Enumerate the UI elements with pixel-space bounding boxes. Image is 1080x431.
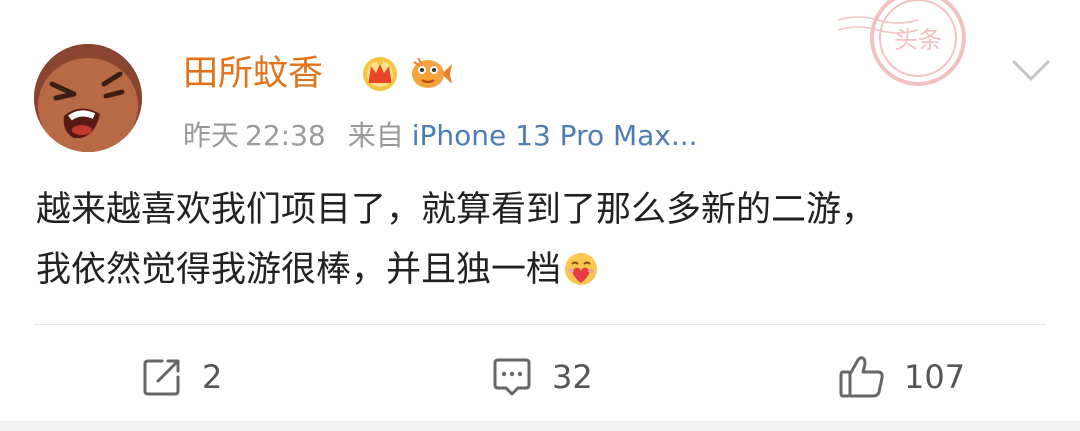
post-date: 昨天 — [183, 119, 240, 152]
chevron-down-icon[interactable] — [1008, 52, 1054, 88]
post-text: 我依然觉得我游很棒，并且独一档 — [36, 250, 562, 290]
post-content: 越来越喜欢我们项目了，就算看到了那么多新的二游， 我依然觉得我游很棒，并且独一档 — [36, 180, 1046, 300]
comment-count: 32 — [552, 358, 593, 396]
comment-button[interactable]: 32 — [490, 355, 593, 399]
post-time: 22:38 — [245, 119, 326, 152]
divider — [34, 324, 1046, 325]
like-count: 107 — [904, 358, 966, 396]
card-separator — [0, 421, 1080, 431]
post-text-line: 我依然觉得我游很棒，并且独一档 — [36, 240, 1046, 300]
watermark-stamp-icon: 头条 — [837, 0, 988, 100]
fish-badge-icon[interactable] — [408, 54, 452, 92]
heart-hug-emoji-icon — [563, 246, 599, 285]
repost-button[interactable]: 2 — [140, 355, 222, 399]
repost-count: 2 — [202, 358, 223, 396]
thumbs-up-icon — [839, 356, 884, 398]
username[interactable]: 田所蚊香 — [183, 52, 323, 96]
avatar-image — [34, 44, 142, 152]
source-label: 来自 — [347, 119, 404, 152]
post-meta: 昨天 22:38 来自 iPhone 13 Pro Max... — [183, 117, 698, 155]
like-button[interactable]: 107 — [838, 355, 965, 399]
avatar[interactable] — [34, 44, 142, 152]
share-icon — [143, 359, 180, 396]
device-link[interactable]: iPhone 13 Pro Max... — [412, 119, 698, 152]
crown-badge-icon[interactable] — [360, 54, 400, 92]
svg-text:头条: 头条 — [894, 26, 942, 54]
post-text-line: 越来越喜欢我们项目了，就算看到了那么多新的二游， — [36, 190, 877, 230]
comment-icon — [493, 358, 531, 396]
